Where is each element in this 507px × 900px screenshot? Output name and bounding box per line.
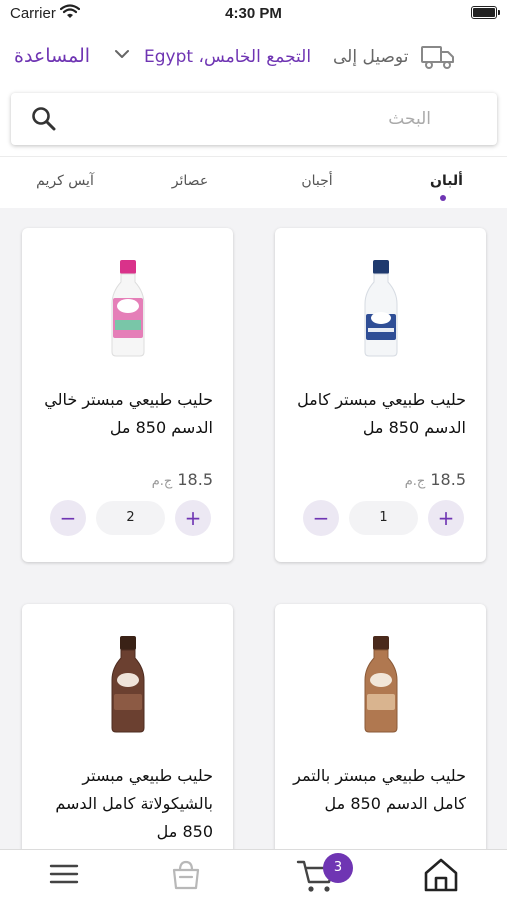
price-value: 18.5 <box>430 470 466 489</box>
product-title: حليب طبيعي مبستر خالي الدسم 850 مل <box>44 390 213 437</box>
bottom-nav: 3 <box>0 849 507 900</box>
decrease-quantity-button[interactable]: − <box>303 500 339 536</box>
search-input[interactable] <box>51 103 431 135</box>
tab-dairy[interactable]: ألبان <box>430 173 463 189</box>
search-box <box>11 93 497 145</box>
product-title: حليب طبيعي مبستر بالتمر كامل الدسم 850 م… <box>293 766 466 813</box>
category-tabs: ألبان أجبان عصائر آيس كريم <box>0 156 507 208</box>
product-price: 18.5 ج.م <box>405 470 466 489</box>
product-card[interactable]: حليب طبيعي مبستر بالتمر كامل الدسم 850 م… <box>275 604 486 864</box>
basket-icon[interactable] <box>169 858 203 892</box>
product-title: حليب طبيعي مبستر كامل الدسم 850 مل <box>297 390 466 437</box>
truck-icon <box>421 46 454 69</box>
price-currency: ج.م <box>404 474 426 489</box>
cart-count-badge: 3 <box>323 853 353 883</box>
battery-icon <box>471 6 500 19</box>
increase-quantity-button[interactable]: + <box>175 500 211 536</box>
help-link[interactable]: المساعدة <box>14 45 90 67</box>
status-bar: Carrier 4:30 PM <box>0 0 507 28</box>
active-tab-indicator <box>440 195 446 201</box>
delivery-label: توصيل إلى <box>333 47 409 67</box>
product-card[interactable]: حليب طبيعي مبستر بالشيكولاتة كامل الدسم … <box>22 604 233 864</box>
decrease-quantity-button[interactable]: − <box>50 500 86 536</box>
product-card[interactable]: حليب طبيعي مبستر خالي الدسم 850 مل 18.5 … <box>22 228 233 562</box>
price-value: 18.5 <box>177 470 213 489</box>
product-card[interactable]: حليب طبيعي مبستر كامل الدسم 850 مل 18.5 … <box>275 228 486 562</box>
tab-cheese[interactable]: أجبان <box>298 173 336 189</box>
delivery-location[interactable]: التجمع الخامس، Egypt <box>144 47 311 67</box>
product-image <box>364 636 397 733</box>
tab-juices[interactable]: عصائر <box>169 173 211 189</box>
tab-ice-cream[interactable]: آيس كريم <box>32 173 98 189</box>
menu-icon[interactable] <box>48 858 80 890</box>
price-currency: ج.م <box>151 474 173 489</box>
status-time: 4:30 PM <box>225 5 282 22</box>
increase-quantity-button[interactable]: + <box>428 500 464 536</box>
product-image <box>364 260 397 357</box>
chevron-down-icon[interactable] <box>112 44 132 64</box>
home-icon[interactable] <box>422 856 460 894</box>
quantity-value: 1 <box>349 501 418 535</box>
quantity-stepper: − 1 + <box>303 500 464 536</box>
product-title: حليب طبيعي مبستر بالشيكولاتة كامل الدسم … <box>55 766 213 841</box>
product-price: 18.5 ج.م <box>152 470 213 489</box>
header: المساعدة التجمع الخامس، Egypt توصيل إلى <box>0 28 507 156</box>
product-image <box>111 636 144 733</box>
quantity-value: 2 <box>96 501 165 535</box>
quantity-stepper: − 2 + <box>50 500 211 536</box>
product-image <box>111 260 144 357</box>
